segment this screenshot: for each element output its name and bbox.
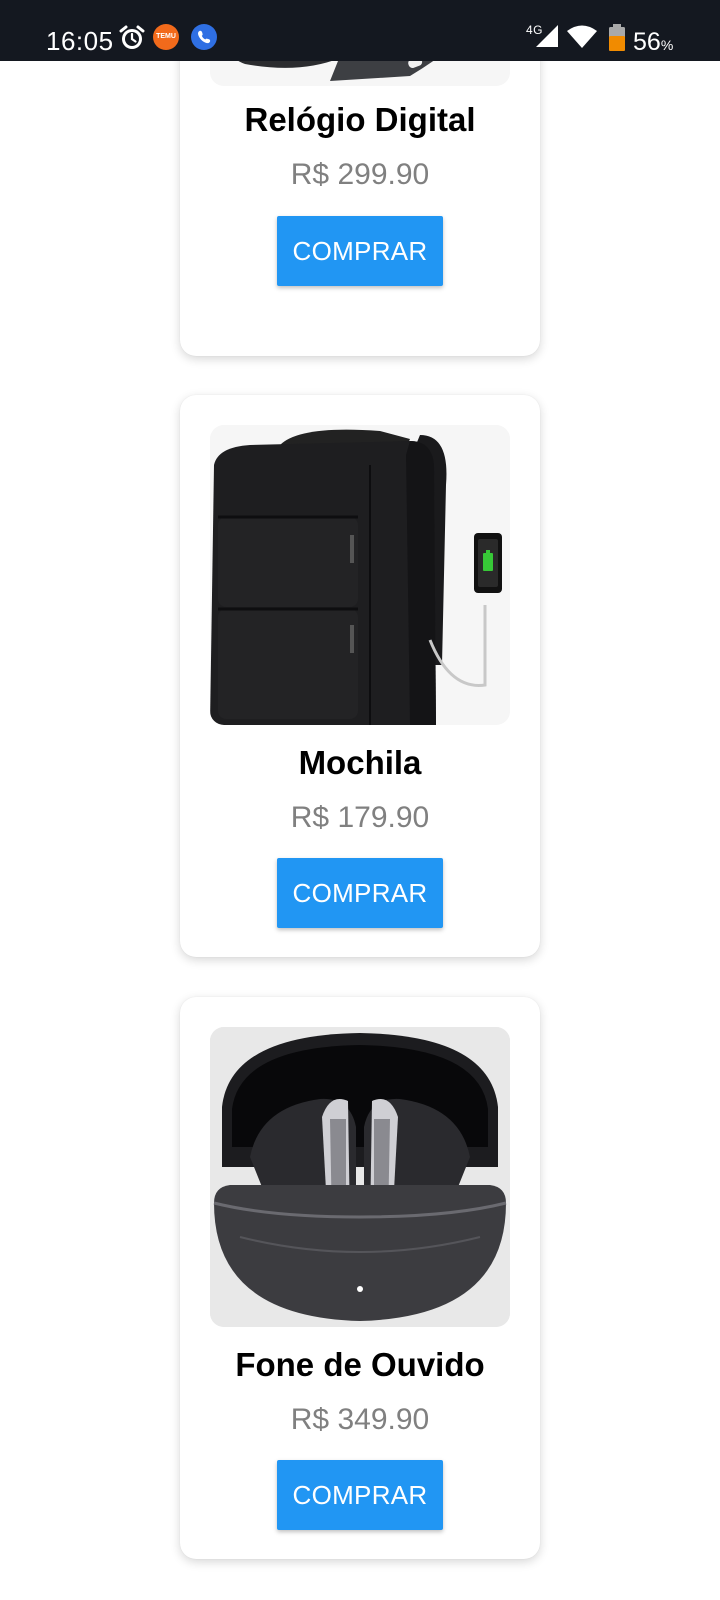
temu-app-icon: TEMU: [153, 24, 179, 50]
product-name: Mochila: [298, 744, 422, 781]
battery-value: 56: [633, 28, 661, 56]
status-time: 16:05: [46, 26, 114, 56]
alarm-icon: [118, 24, 146, 57]
product-name: Relógio Digital: [244, 101, 476, 138]
buy-button[interactable]: COMPRAR: [277, 1460, 443, 1530]
battery-percentage: 56%: [633, 27, 673, 60]
battery-unit: %: [660, 37, 674, 53]
product-price: R$ 299.90: [290, 158, 430, 191]
product-card: Mochila R$ 179.90 COMPRAR: [180, 395, 540, 957]
product-price: R$ 179.90: [290, 801, 430, 834]
product-price: R$ 349.90: [290, 1403, 430, 1436]
phone-call-icon: [191, 24, 217, 50]
battery-icon: [608, 24, 626, 57]
backpack-image: [210, 425, 510, 725]
product-name: Fone de Ouvido: [235, 1346, 485, 1383]
earbuds-image: [210, 1027, 510, 1327]
status-bar: 16:05 TEMU 4G 56%: [0, 0, 720, 61]
buy-button[interactable]: COMPRAR: [277, 216, 443, 286]
product-card: Fone de Ouvido R$ 349.90 COMPRAR: [180, 997, 540, 1559]
signal-icon: [533, 24, 559, 53]
buy-button[interactable]: COMPRAR: [277, 858, 443, 928]
wifi-icon: [566, 24, 598, 55]
